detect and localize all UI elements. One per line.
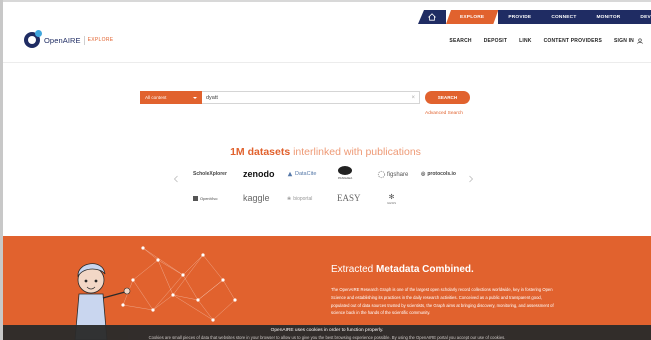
sign-in-button[interactable]: SIGN IN — [614, 38, 643, 44]
provider-bioportal-label: bioportal — [293, 196, 313, 202]
nav-search[interactable]: SEARCH — [449, 38, 471, 44]
search-query: dyatt — [206, 94, 218, 101]
search-bar: All content dyatt × SEARCH — [140, 91, 470, 104]
banner-title-normal: Extracted — [331, 264, 374, 275]
headline-rest: interlinked with publications — [293, 146, 421, 158]
portal-bar: EXPLORE PROVIDE CONNECT MONITOR DEVELOP — [418, 10, 651, 24]
carousel-prev-button[interactable] — [172, 170, 180, 183]
logo-name: OpenAIRE — [44, 35, 81, 45]
cookie-notice: OpenAIRE uses cookies in order to functi… — [3, 325, 651, 340]
banner-title-bold: Metadata Combined. — [376, 264, 474, 275]
provider-openvivo[interactable]: OpenVivo — [193, 196, 218, 201]
provider-pangaea[interactable]: PANGAEA — [338, 166, 352, 180]
provider-datacite[interactable]: DataCite — [287, 171, 316, 177]
window-top-border — [0, 0, 651, 2]
provider-gesis-label: GESIS — [387, 201, 397, 205]
clear-icon[interactable]: × — [411, 95, 415, 101]
banner-title: Extracted Metadata Combined. — [331, 264, 474, 275]
nav-content-providers[interactable]: CONTENT PROVIDERS — [544, 38, 602, 44]
provider-datacite-label: DataCite — [295, 171, 317, 177]
provider-figshare[interactable]: figshare — [377, 170, 408, 179]
openaire-logo[interactable]: OpenAIRE EXPLORE — [24, 30, 114, 48]
datacite-icon — [287, 171, 293, 177]
cookie-notice-text: Cookies are small pieces of data that we… — [148, 335, 506, 340]
cookie-notice-title: OpenAIRE uses cookies in order to functi… — [270, 328, 384, 333]
portal-tab-connect[interactable]: CONNECT — [541, 10, 587, 24]
protocols-icon: ◎ — [421, 171, 426, 177]
home-link[interactable] — [418, 10, 446, 24]
provider-pangaea-label: PANGAEA — [338, 176, 353, 180]
chevron-down-icon — [193, 96, 197, 99]
header-divider — [3, 62, 651, 63]
provider-openvivo-label: OpenVivo — [200, 196, 218, 201]
headline-count: 1M datasets — [230, 146, 291, 158]
logo-divider — [83, 35, 85, 45]
provider-protocols-label: protocols.io — [427, 171, 456, 177]
search-button[interactable]: SEARCH — [425, 91, 470, 104]
provider-zenodo[interactable]: zenodo — [243, 169, 275, 179]
openvivo-icon — [193, 196, 198, 201]
provider-scholexplorer[interactable]: ScholeXplorer — [193, 171, 227, 177]
bioportal-icon: ❀ — [287, 196, 292, 202]
chevron-right-icon — [469, 175, 474, 183]
provider-protocols-io[interactable]: ◎ protocols.io — [421, 171, 456, 177]
main-nav: SEARCH DEPOSIT LINK CONTENT PROVIDERS SI… — [449, 38, 643, 44]
nav-deposit[interactable]: DEPOSIT — [484, 38, 507, 44]
provider-easy[interactable]: EASY — [337, 193, 361, 203]
carousel-next-button[interactable] — [467, 170, 475, 183]
gesis-icon: ✻ — [388, 194, 395, 201]
figshare-icon — [377, 170, 386, 179]
sign-in-label: SIGN IN — [613, 38, 634, 44]
openaire-logo-icon — [24, 30, 42, 48]
user-icon — [637, 38, 643, 44]
content-type-value: All content — [145, 95, 167, 100]
portal-tab-monitor[interactable]: MONITOR — [586, 10, 631, 24]
logo-subtitle: EXPLORE — [87, 37, 114, 43]
portal-tab-explore[interactable]: EXPLORE — [446, 10, 498, 24]
nav-link[interactable]: LINK — [519, 38, 531, 44]
datasets-headline: 1M datasets interlinked with publication… — [0, 146, 651, 158]
home-icon — [428, 13, 436, 21]
provider-figshare-label: figshare — [387, 171, 409, 178]
chevron-left-icon — [173, 175, 178, 183]
pangaea-icon — [338, 166, 353, 175]
content-type-select[interactable]: All content — [140, 91, 202, 104]
portal-tab-develop[interactable]: DEVELOP — [630, 10, 651, 24]
banner-description: The OpenAIRE Research Graph is one of th… — [331, 287, 554, 316]
portal-tab-provide[interactable]: PROVIDE — [498, 10, 542, 24]
search-input[interactable]: dyatt × — [202, 91, 420, 104]
advanced-search-link[interactable]: Advanced Search — [425, 111, 463, 116]
provider-kaggle[interactable]: kaggle — [243, 193, 270, 203]
provider-gesis[interactable]: ✻ GESIS — [387, 193, 396, 205]
provider-bioportal[interactable]: ❀ bioportal — [287, 196, 312, 202]
